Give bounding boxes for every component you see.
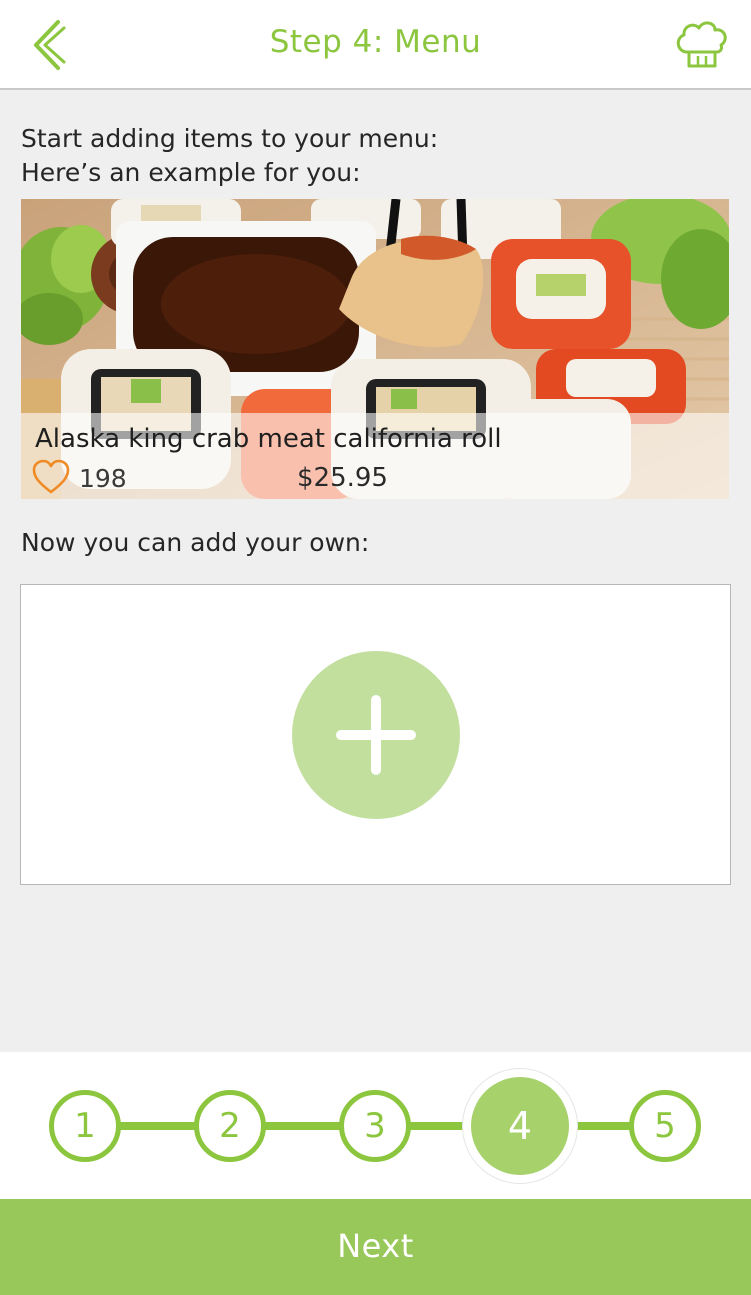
heart-icon bbox=[32, 459, 70, 494]
like-button[interactable] bbox=[31, 459, 71, 495]
item-name: Alaska king crab meat california roll bbox=[35, 424, 502, 454]
step-2[interactable]: 2 bbox=[194, 1090, 266, 1162]
step-3[interactable]: 3 bbox=[339, 1090, 411, 1162]
item-price: $25.95 bbox=[297, 463, 388, 493]
next-button[interactable]: Next bbox=[0, 1199, 751, 1295]
progress-stepper: 1 2 3 4 5 bbox=[0, 1052, 751, 1200]
step-4-current[interactable]: 4 bbox=[463, 1069, 577, 1183]
chef-profile-button[interactable] bbox=[673, 18, 731, 72]
chef-hat-icon bbox=[676, 21, 727, 68]
app-header: Step 4: Menu bbox=[0, 0, 751, 90]
step-5[interactable]: 5 bbox=[629, 1090, 701, 1162]
add-item-area[interactable] bbox=[20, 584, 731, 885]
example-menu-card[interactable]: Alaska king crab meat california roll 19… bbox=[21, 199, 729, 499]
step-1[interactable]: 1 bbox=[49, 1090, 121, 1162]
add-item-button[interactable] bbox=[292, 651, 460, 819]
add-own-label: Now you can add your own: bbox=[21, 528, 370, 557]
intro-line-2: Here’s an example for you: bbox=[21, 158, 361, 187]
intro-line-1: Start adding items to your menu: bbox=[21, 124, 439, 153]
page-title: Step 4: Menu bbox=[269, 24, 482, 60]
intro-text: Start adding items to your menu: Here’s … bbox=[21, 122, 438, 190]
like-count: 198 bbox=[79, 464, 127, 493]
